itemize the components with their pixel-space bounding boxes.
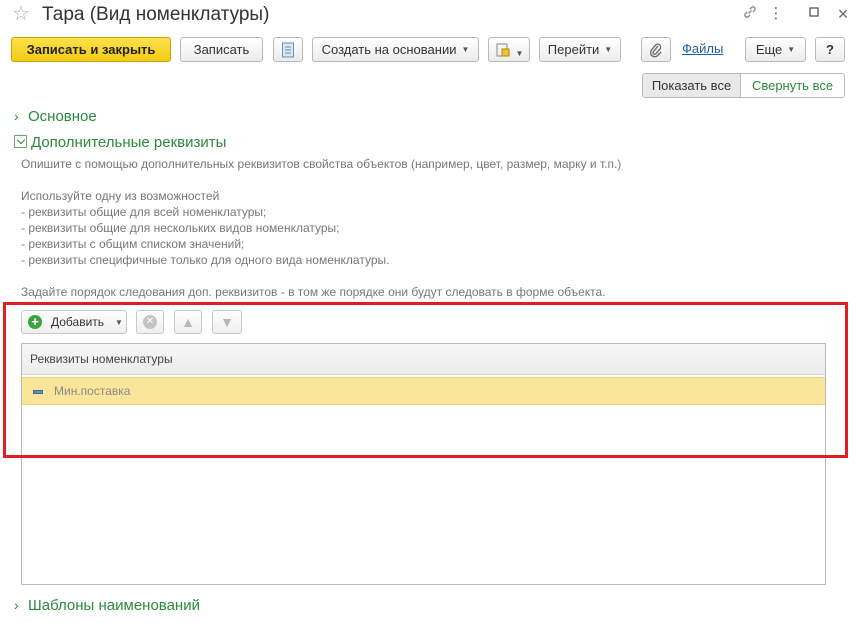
description-text: - реквизиты общие для всей номенклатуры; — [21, 205, 267, 219]
more-label: Еще — [755, 42, 783, 57]
document-icon — [282, 42, 294, 58]
chevron-down-icon: ▼ — [515, 49, 524, 58]
star-icon[interactable]: ☆ — [12, 3, 30, 25]
show-all-button[interactable]: Показать все — [643, 74, 741, 97]
move-down-button[interactable]: ▼ — [212, 310, 242, 334]
document-list-button[interactable] — [273, 37, 303, 62]
save-and-close-button[interactable]: Записать и закрыть — [11, 37, 171, 62]
group-templates[interactable]: › Шаблоны наименований — [14, 596, 200, 615]
chevron-down-icon: ▼ — [461, 45, 470, 54]
delete-icon: ✕ — [143, 315, 157, 329]
chevron-down-icon: ▼ — [604, 45, 613, 54]
attribute-icon — [33, 390, 43, 394]
collapse-all-button[interactable]: Свернуть все — [741, 74, 844, 97]
add-button[interactable]: + Добавить ▼ — [21, 310, 127, 334]
files-link[interactable]: Файлы — [682, 41, 723, 56]
plus-icon: + — [28, 315, 42, 329]
create-based-on-label: Создать на основании — [321, 42, 457, 57]
more-button[interactable]: Еще ▼ — [745, 37, 806, 62]
more-icon[interactable]: ⋮ — [766, 4, 786, 24]
print-icon — [496, 43, 510, 57]
column-header[interactable]: Реквизиты номенклатуры — [22, 344, 825, 375]
goto-label: Перейти — [547, 42, 600, 57]
title-bar: ☆ Тара (Вид номенклатуры) ⋮ × — [0, 0, 867, 30]
description-text: Задайте порядок следования доп. реквизит… — [21, 285, 606, 299]
group-templates-label: Шаблоны наименований — [28, 597, 200, 614]
save-button[interactable]: Записать — [180, 37, 263, 62]
arrow-down-icon: ▼ — [220, 314, 234, 330]
description-text: Опишите с помощью дополнительных реквизи… — [21, 157, 622, 171]
arrow-up-icon: ▲ — [181, 314, 195, 330]
attach-button[interactable] — [641, 37, 671, 62]
add-label: Добавить — [51, 315, 105, 329]
group-main-label: Основное — [28, 108, 97, 125]
restore-icon[interactable] — [804, 4, 824, 24]
description-text: - реквизиты общие для нескольких видов н… — [21, 221, 340, 235]
description-text: Используйте одну из возможностей — [21, 189, 220, 203]
link-icon[interactable] — [740, 4, 760, 24]
table-cell: Мин.поставка — [54, 384, 131, 398]
group-additional-label: Дополнительные реквизиты — [31, 134, 227, 151]
chevron-right-icon: › — [14, 597, 19, 613]
attributes-table[interactable]: Реквизиты номенклатуры Мин.поставка — [21, 343, 826, 585]
description-text: - реквизиты с общим списком значений; — [21, 237, 245, 251]
group-additional[interactable]: Дополнительные реквизиты — [14, 134, 226, 152]
move-up-button[interactable]: ▲ — [174, 310, 202, 334]
goto-button[interactable]: Перейти ▼ — [539, 37, 621, 62]
window-title: Тара (Вид номенклатуры) — [42, 4, 270, 25]
print-button[interactable]: ▼ — [488, 37, 530, 62]
paperclip-icon — [649, 43, 662, 58]
chevron-down-icon: ▼ — [787, 45, 796, 54]
delete-button[interactable]: ✕ — [136, 310, 164, 334]
chevron-down-icon: ▼ — [115, 318, 123, 327]
table-row[interactable]: Мин.поставка — [22, 377, 825, 405]
create-based-on-button[interactable]: Создать на основании ▼ — [312, 37, 479, 62]
description-text: - реквизиты специфичные только для одног… — [21, 253, 390, 267]
help-button[interactable]: ? — [815, 37, 845, 62]
chevron-down-icon — [14, 135, 27, 148]
close-icon[interactable]: × — [833, 4, 853, 24]
group-main[interactable]: › Основное — [14, 107, 97, 126]
chevron-right-icon: › — [14, 108, 19, 124]
view-toggle: Показать все Свернуть все — [642, 73, 845, 98]
